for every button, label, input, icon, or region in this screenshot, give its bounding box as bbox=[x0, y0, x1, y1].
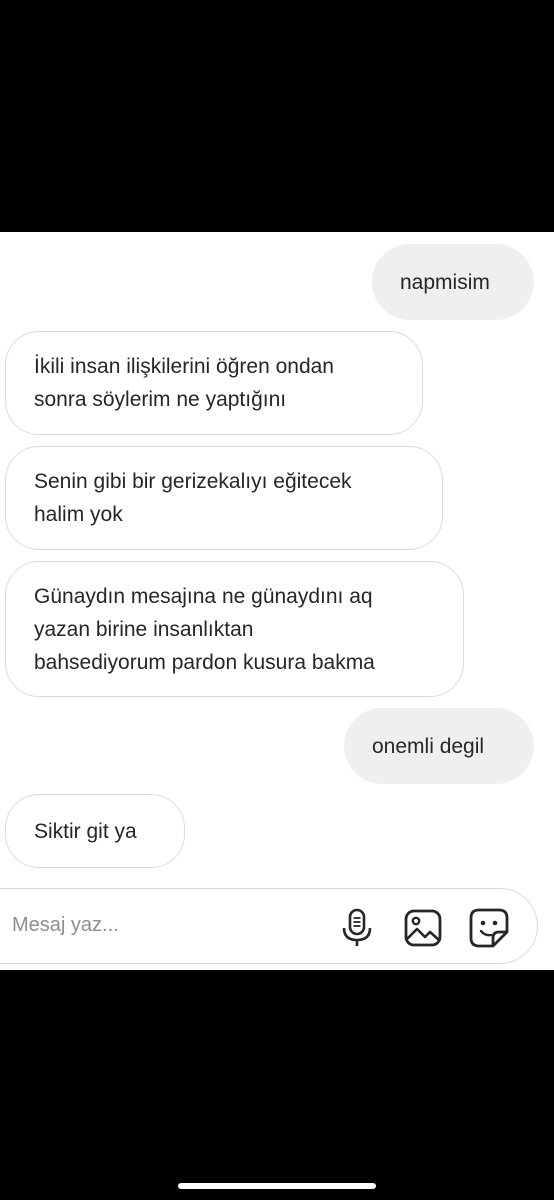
message-text: Günaydın mesajına ne günaydını aq yazan … bbox=[34, 584, 375, 674]
sticker-icon[interactable] bbox=[467, 906, 511, 950]
message-outgoing[interactable]: onemli degil bbox=[344, 708, 534, 784]
message-text: İkili insan ilişkilerini öğren ondan son… bbox=[34, 355, 334, 411]
microphone-icon[interactable] bbox=[335, 906, 379, 950]
message-incoming[interactable]: Siktir git ya bbox=[5, 794, 185, 868]
message-text: napmisim bbox=[400, 270, 490, 294]
gallery-icon[interactable] bbox=[401, 906, 445, 950]
home-indicator[interactable] bbox=[178, 1183, 376, 1189]
message-incoming[interactable]: İkili insan ilişkilerini öğren ondan son… bbox=[5, 331, 423, 435]
message-outgoing[interactable]: napmisim bbox=[372, 244, 534, 320]
message-text: Senin gibi bir gerizekalıyı eğitecek hal… bbox=[34, 470, 352, 526]
message-input[interactable] bbox=[12, 911, 312, 939]
message-text: onemli degil bbox=[372, 734, 485, 758]
screenshot: napmisim İkili insan ilişkilerini öğren … bbox=[0, 0, 554, 1200]
chat-thread: napmisim İkili insan ilişkilerini öğren … bbox=[0, 232, 554, 970]
message-incoming[interactable]: Günaydın mesajına ne günaydını aq yazan … bbox=[5, 561, 464, 697]
message-incoming[interactable]: Senin gibi bir gerizekalıyı eğitecek hal… bbox=[5, 446, 443, 550]
message-composer bbox=[0, 888, 538, 964]
message-text: Siktir git ya bbox=[34, 819, 137, 843]
